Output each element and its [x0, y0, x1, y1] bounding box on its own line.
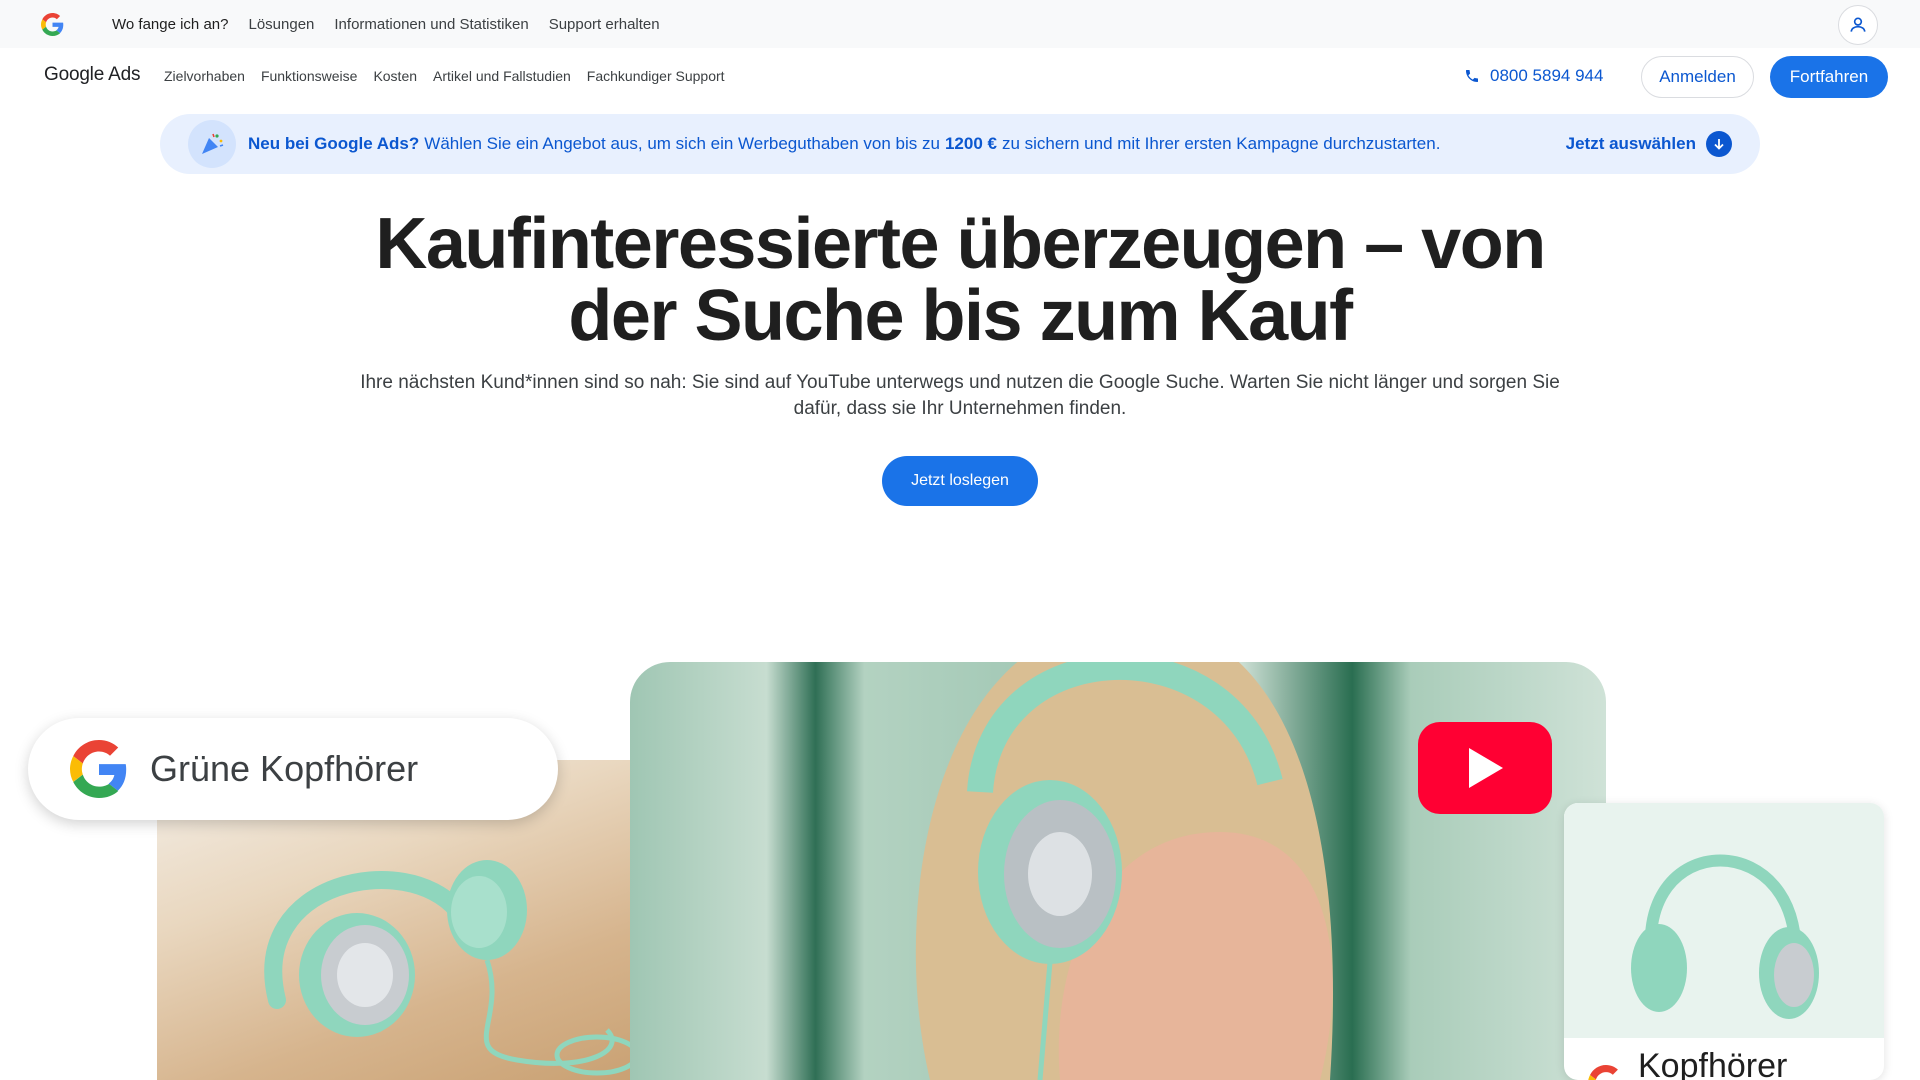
login-button[interactable]: Anmelden [1641, 56, 1754, 98]
promo-text: Neu bei Google Ads? Wählen Sie ein Angeb… [248, 114, 1440, 174]
top-utility-bar: Wo fange ich an? Lösungen Informationen … [0, 0, 1920, 48]
hero-title: Kaufinteressierte überzeugen – von der S… [260, 208, 1660, 352]
product-image [1564, 803, 1884, 1038]
top-link-solutions[interactable]: Lösungen [248, 16, 314, 33]
google-g-icon [1588, 1065, 1618, 1080]
main-nav: Google Ads Zielvorhaben Funktionsweise K… [0, 48, 1920, 104]
search-query-pill: Grüne Kopfhörer [28, 718, 558, 820]
promo-banner: Neu bei Google Ads? Wählen Sie ein Angeb… [160, 114, 1760, 174]
nav-link-articles[interactable]: Artikel und Fallstudien [433, 68, 571, 84]
promo-lead: Neu bei Google Ads? [248, 134, 420, 153]
top-link-start[interactable]: Wo fange ich an? [112, 16, 228, 33]
nav-link-expert-support[interactable]: Fachkundiger Support [587, 68, 725, 84]
promo-body-end: zu sichern und mit Ihrer ersten Kampagne… [1001, 134, 1441, 153]
nav-links: Zielvorhaben Funktionsweise Kosten Artik… [164, 48, 725, 104]
account-button[interactable] [1838, 5, 1878, 45]
arrow-down-icon [1706, 131, 1732, 157]
continue-button[interactable]: Fortfahren [1770, 56, 1888, 98]
nav-link-costs[interactable]: Kosten [373, 68, 417, 84]
google-g-icon [70, 740, 127, 798]
top-link-support[interactable]: Support erhalten [549, 16, 660, 33]
search-query-text: Grüne Kopfhörer [150, 748, 419, 789]
youtube-play-icon [1418, 722, 1552, 814]
product-card: Kopfhörer [1564, 803, 1884, 1080]
nav-link-goals[interactable]: Zielvorhaben [164, 68, 245, 84]
hero-subtitle: Ihre nächsten Kund*innen sind so nah: Si… [360, 370, 1560, 422]
hero-title-line-2: der Suche bis zum Kauf [568, 276, 1353, 356]
promo-body-start: Wählen Sie ein Angebot aus, um sich ein … [424, 134, 940, 153]
phone-icon [1466, 70, 1478, 82]
account-icon [1850, 17, 1866, 32]
product-title: Kopfhörer [1638, 1047, 1788, 1080]
promo-amount: 1200 € [944, 134, 997, 153]
brand-logo[interactable]: Google Ads [44, 64, 140, 86]
hero-subtitle-line-1: Ihre nächsten Kund*innen sind so nah: Si… [360, 372, 1560, 393]
get-started-button[interactable]: Jetzt loslegen [882, 456, 1038, 506]
party-popper-icon [188, 120, 236, 168]
hero-title-line-1: Kaufinteressierte überzeugen – von [375, 204, 1546, 284]
top-links: Wo fange ich an? Lösungen Informationen … [112, 0, 660, 48]
phone-number: 0800 5894 944 [1490, 66, 1604, 85]
google-logo-icon[interactable] [41, 13, 64, 36]
top-link-insights[interactable]: Informationen und Statistiken [334, 16, 528, 33]
promo-cta-label: Jetzt auswählen [1565, 134, 1696, 153]
promo-select-link[interactable]: Jetzt auswählen [1566, 114, 1732, 174]
phone-link[interactable]: 0800 5894 944 [1464, 66, 1603, 86]
hero-subtitle-line-2: dafür, dass sie Ihr Unternehmen finden. [793, 398, 1127, 419]
nav-link-how-it-works[interactable]: Funktionsweise [261, 68, 358, 84]
